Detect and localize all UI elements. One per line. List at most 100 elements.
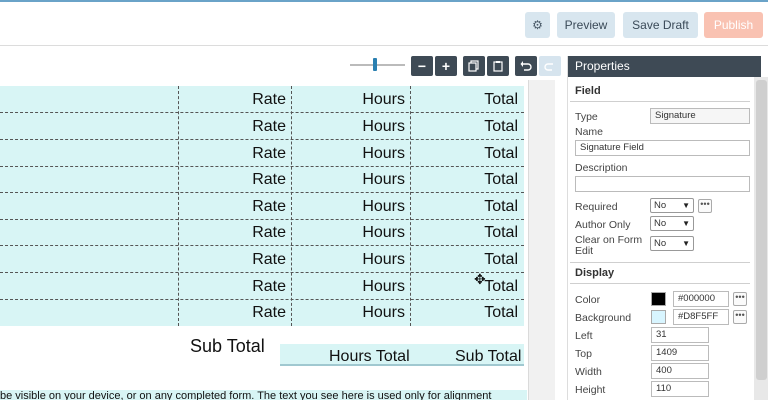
width-input[interactable]: 400 (651, 363, 709, 379)
zoom-in-button[interactable]: + (435, 56, 457, 76)
total-cell: Total (484, 91, 518, 108)
sub-total-text: Sub Total (455, 348, 522, 365)
zoom-out-button[interactable]: − (411, 56, 433, 76)
table-row: Rate Hours Total (0, 219, 524, 246)
author-only-label: Author Only (575, 219, 631, 231)
undo-button[interactable] (515, 56, 537, 76)
rate-cell: Rate (252, 118, 286, 135)
hours-total-text: Hours Total (329, 348, 410, 365)
type-field: Signature (650, 108, 750, 124)
author-only-select[interactable]: No ▼ (650, 216, 694, 231)
top-input[interactable]: 1409 (651, 345, 709, 361)
clear-on-form-edit-select[interactable]: No ▼ (650, 236, 694, 251)
rate-cell: Rate (252, 198, 286, 215)
rate-cell: Rate (252, 224, 286, 241)
hours-cell: Hours (362, 224, 405, 241)
table-row: Rate Hours Total (0, 299, 524, 326)
properties-scroll-thumb[interactable] (756, 80, 767, 380)
total-cell: Total (484, 171, 518, 188)
color-label: Color (575, 294, 601, 306)
redo-button[interactable] (539, 56, 561, 76)
clear-on-form-label-edit: Edit (575, 245, 594, 257)
properties-header: Properties (568, 56, 761, 77)
color-swatch[interactable] (651, 292, 666, 306)
chevron-down-icon: ▼ (682, 219, 690, 228)
rate-cell: Rate (252, 145, 286, 162)
rate-cell: Rate (252, 251, 286, 268)
zoom-slider-handle[interactable] (373, 58, 377, 71)
table-row: Rate Hours Total (0, 166, 524, 193)
rate-cell: Rate (252, 304, 286, 321)
hours-cell: Hours (362, 251, 405, 268)
name-input[interactable]: Signature Field (575, 140, 750, 156)
paste-button[interactable] (487, 56, 509, 76)
table-row: Rate Hours Total (0, 193, 524, 220)
hours-cell: Hours (362, 118, 405, 135)
top-toolbar: ⚙ Preview Save Draft Publish (0, 0, 768, 46)
total-cell: Total (484, 224, 518, 241)
background-label: Background (575, 312, 632, 324)
hours-cell: Hours (362, 278, 405, 295)
description-input[interactable] (575, 176, 750, 192)
rate-cell: Rate (252, 278, 286, 295)
clear-on-form-value: No (654, 238, 667, 249)
more-dots-icon: ••• (735, 292, 745, 302)
hours-cell: Hours (362, 304, 405, 321)
table-row: Rate Hours Total (0, 273, 524, 300)
subtotal-label: Sub Total (190, 336, 265, 356)
more-dots-icon: ••• (735, 310, 745, 320)
publish-button[interactable]: Publish (704, 12, 763, 38)
height-label: Height (575, 384, 606, 396)
redo-icon (544, 63, 553, 71)
author-only-value: No (654, 218, 667, 229)
section-divider (570, 101, 750, 102)
hours-cell: Hours (362, 171, 405, 188)
required-more-button[interactable]: ••• (698, 199, 712, 213)
width-label: Width (575, 366, 602, 378)
rate-hours-table[interactable]: Rate Hours Total Rate Hours Total Rate H… (0, 86, 524, 326)
display-section-title: Display (575, 267, 615, 279)
gear-icon: ⚙ (532, 18, 543, 32)
table-row: Rate Hours Total (0, 86, 524, 113)
undo-icon (520, 61, 532, 71)
section-divider (570, 262, 750, 263)
hours-cell: Hours (362, 198, 405, 215)
background-more-button[interactable]: ••• (733, 310, 747, 324)
total-cell: Total (484, 304, 518, 321)
color-input[interactable]: #000000 (673, 291, 729, 307)
zoom-slider-track[interactable] (350, 64, 405, 66)
total-cell: Total (484, 145, 518, 162)
total-cell: Total (484, 118, 518, 135)
table-row: Rate Hours Total (0, 246, 524, 273)
type-label: Type (575, 111, 598, 123)
copy-button[interactable] (463, 56, 485, 76)
paste-icon (493, 61, 503, 72)
zoom-in-icon: + (441, 58, 451, 74)
required-select[interactable]: No ▼ (650, 198, 694, 213)
more-dots-icon: ••• (700, 199, 710, 209)
section-divider (570, 283, 750, 284)
total-cell: Total (484, 278, 518, 295)
background-swatch[interactable] (651, 310, 666, 324)
rate-cell: Rate (252, 91, 286, 108)
field-section-title: Field (575, 85, 601, 97)
preview-button[interactable]: Preview (557, 12, 615, 38)
total-cell: Total (484, 251, 518, 268)
zoom-out-icon: − (417, 58, 427, 74)
move-icon[interactable]: ✥ (474, 271, 486, 288)
background-input[interactable]: #D8F5FF (673, 309, 729, 325)
color-more-button[interactable]: ••• (733, 292, 747, 306)
canvas-scrollbar[interactable] (528, 80, 555, 400)
top-label: Top (575, 348, 592, 360)
height-input[interactable]: 110 (651, 381, 709, 397)
left-input[interactable]: 31 (651, 327, 709, 343)
required-value: No (654, 200, 667, 211)
left-label: Left (575, 330, 593, 342)
alignment-disclaimer: be visible on your device, or on any com… (0, 390, 527, 400)
settings-button[interactable]: ⚙ (525, 12, 550, 38)
copy-icon (468, 60, 479, 72)
table-row: Rate Hours Total (0, 140, 524, 167)
hours-cell: Hours (362, 91, 405, 108)
save-draft-button[interactable]: Save Draft (623, 12, 698, 38)
name-label: Name (575, 126, 604, 138)
